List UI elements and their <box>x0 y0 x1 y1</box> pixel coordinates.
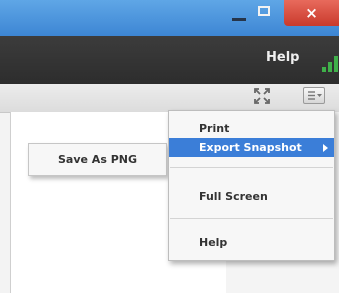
close-button[interactable]: × <box>284 0 339 26</box>
export-snapshot-menu-item[interactable]: Export Snapshot <box>169 138 334 157</box>
menu-button[interactable] <box>303 87 325 104</box>
chart-toolbar <box>0 84 339 113</box>
help-menu-item[interactable]: Help <box>169 233 334 251</box>
app-window: × Help Save As PNG Print Export Snapshot… <box>0 0 339 293</box>
menu-item-label: Print <box>199 121 230 135</box>
minimize-icon[interactable] <box>232 18 246 21</box>
full-screen-menu-item[interactable]: Full Screen <box>169 187 334 205</box>
menu-icon <box>308 91 322 100</box>
menu-item-label: Help <box>199 235 228 249</box>
maximize-icon[interactable] <box>258 6 270 16</box>
submenu-arrow-icon <box>323 143 328 152</box>
signal-bars-icon <box>322 56 338 72</box>
menu-item-label: Full Screen <box>199 189 268 203</box>
export-submenu: Save As PNG <box>28 143 167 176</box>
menu-divider <box>170 167 333 168</box>
fullscreen-icon[interactable] <box>254 88 270 104</box>
help-menu[interactable]: Help <box>266 50 299 65</box>
save-as-png-menu-item[interactable]: Save As PNG <box>29 144 166 175</box>
close-icon: × <box>305 4 318 22</box>
menu-item-label: Export Snapshot <box>199 141 302 154</box>
context-menu: Print Export Snapshot Full Screen Help <box>168 110 335 261</box>
print-menu-item[interactable]: Print <box>169 119 334 137</box>
menu-divider <box>170 218 333 219</box>
